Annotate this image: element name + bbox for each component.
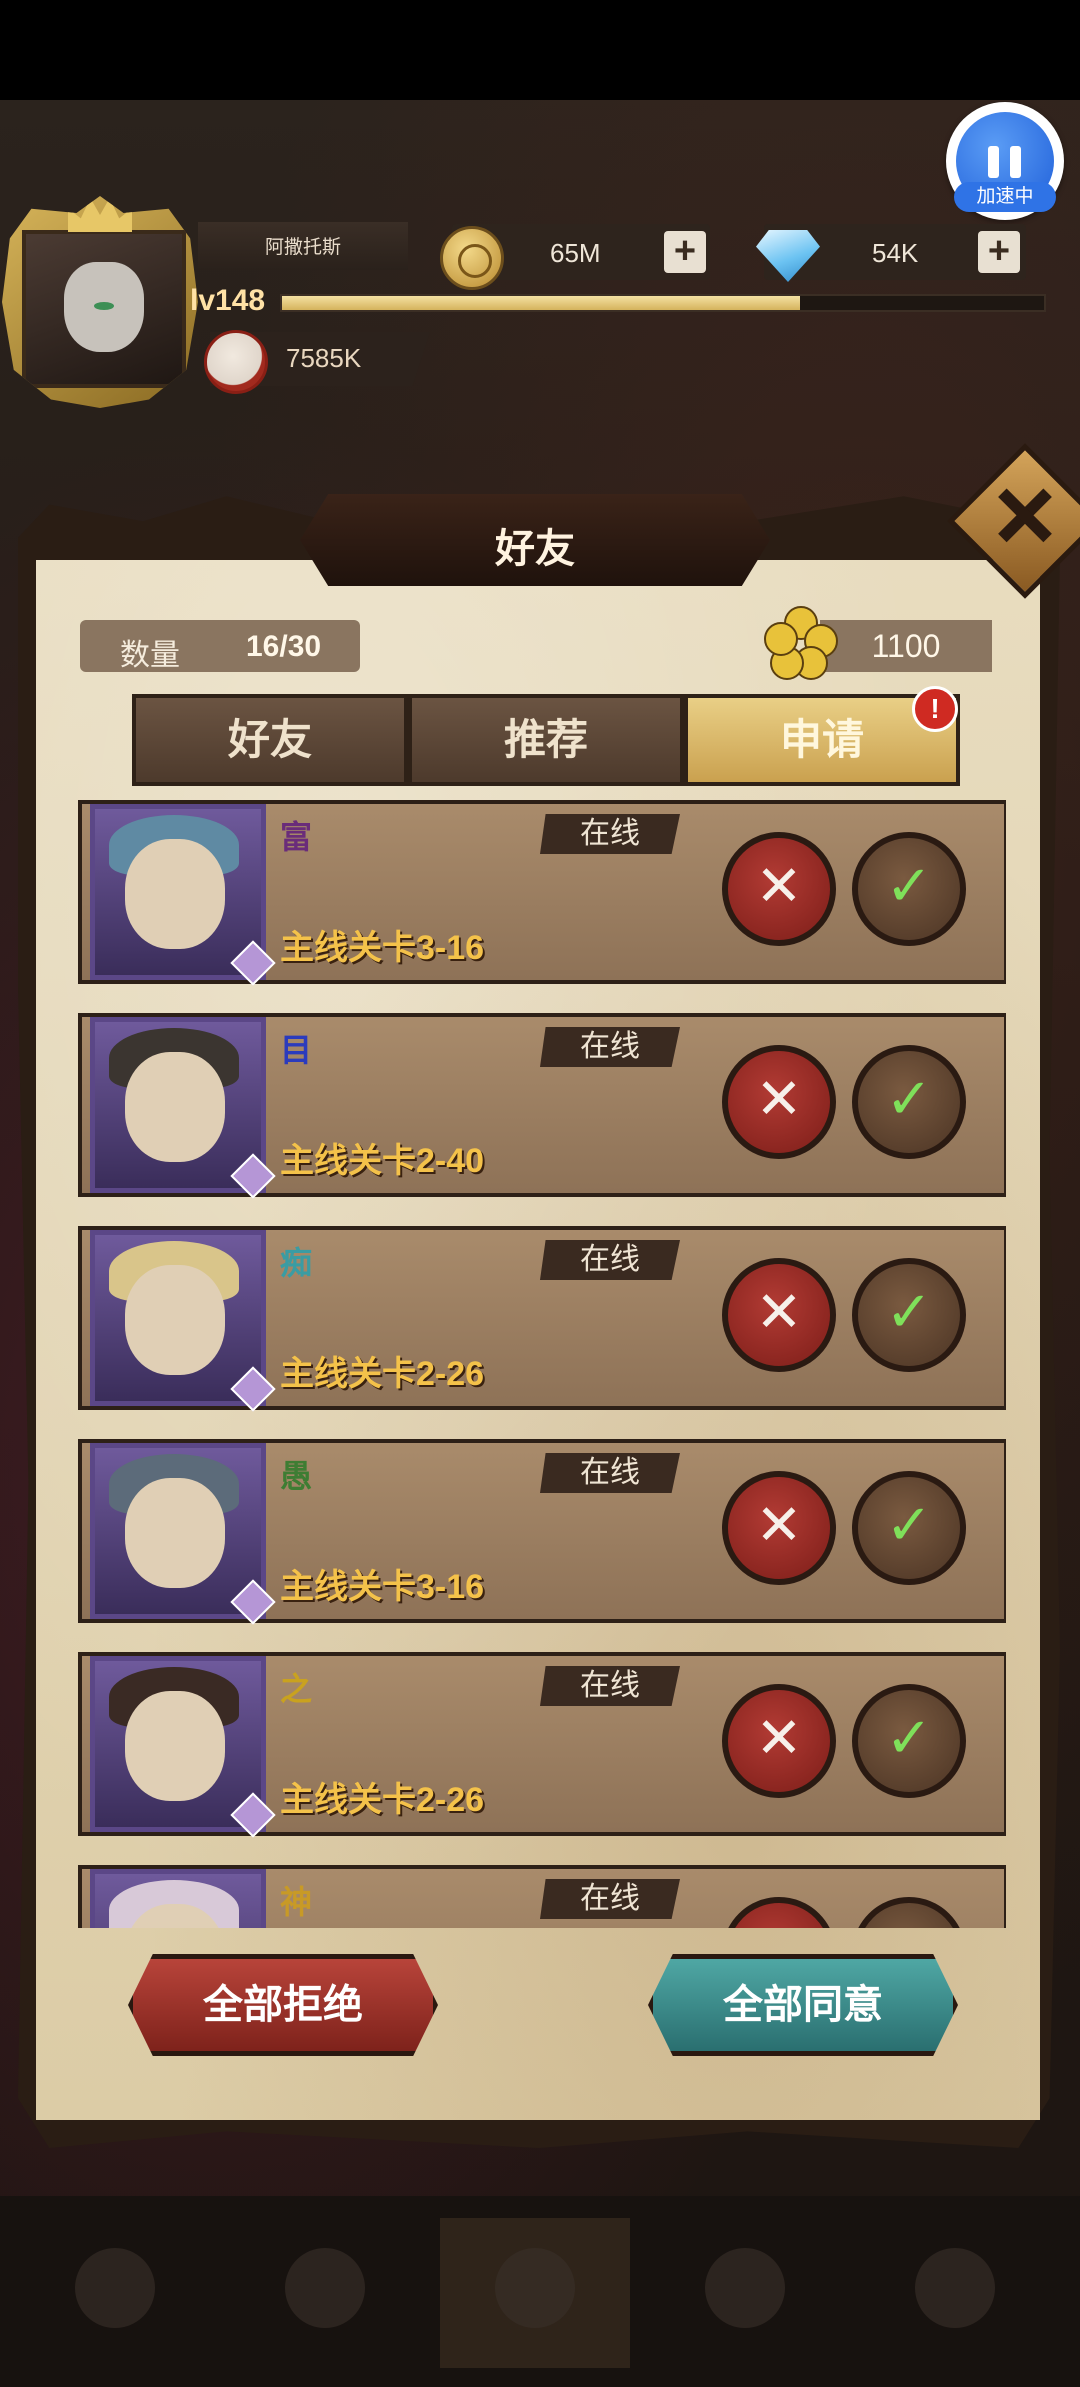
player-name-bar: 阿撒托斯 — [198, 222, 408, 270]
online-status: 在线 — [540, 1027, 680, 1067]
check-icon: ✓ — [885, 1067, 933, 1130]
online-status: 在线 — [540, 1453, 680, 1493]
request-list[interactable]: 富在线 主线关卡3-16 ✕ ✓ 目在线 主线关卡2-40 ✕ ✓ 痴在线 主线关卡2-26 ✕ ✓ 愚… — [78, 800, 1006, 1928]
stage-progress: 主线关卡2-40 — [280, 1142, 485, 1180]
accept-button[interactable]: ✓ — [852, 1471, 966, 1585]
stage-progress: 主线关卡2-26 — [280, 1781, 485, 1819]
friend-avatar[interactable] — [90, 804, 276, 986]
add-diamonds-button[interactable]: + — [978, 231, 1020, 273]
coin-value: 65M — [550, 238, 601, 268]
reject-button[interactable]: ✕ — [722, 1471, 836, 1585]
player-level: lv148 — [190, 284, 266, 317]
reject-all-button[interactable]: 全部拒绝 — [128, 1954, 438, 2056]
friend-avatar[interactable] — [90, 1443, 276, 1625]
tab-recommend[interactable]: 推荐 — [408, 694, 684, 786]
xp-bar — [280, 294, 1046, 312]
speed-pause-button[interactable]: 加速中 — [946, 102, 1064, 220]
coin-icon — [440, 226, 504, 290]
friend-avatar[interactable] — [90, 1017, 276, 1199]
speed-label: 加速中 — [954, 182, 1056, 212]
friend-name: 富 — [280, 819, 313, 855]
online-status: 在线 — [540, 1240, 680, 1280]
accept-button[interactable]: ✓ — [852, 1258, 966, 1372]
rank-diamond-icon — [230, 1579, 276, 1625]
rank-diamond-icon — [230, 940, 276, 986]
request-row: 目 在线主线关卡2-40 ✕ ✓ — [78, 1013, 1006, 1199]
request-row: 神 在线 ✕ ✓ — [78, 1865, 1006, 1928]
count-value: 16/30 — [246, 630, 322, 663]
reject-button[interactable]: ✕ — [722, 1897, 836, 1928]
friend-avatar[interactable] — [90, 1230, 276, 1412]
check-icon: ✓ — [885, 1493, 933, 1556]
check-icon: ✓ — [886, 1919, 933, 1928]
reject-icon: ✕ — [755, 1280, 803, 1343]
nav-slot-5[interactable] — [860, 2218, 1050, 2368]
accept-button[interactable]: ✓ — [852, 1897, 966, 1928]
stage-progress: 主线关卡3-16 — [280, 1568, 485, 1606]
reject-button[interactable]: ✕ — [722, 1258, 836, 1372]
diamond-value: 54K — [872, 238, 919, 268]
power-value: 7585K — [286, 343, 362, 373]
nav-slot-3[interactable] — [440, 2218, 630, 2368]
friend-name: 愚 — [280, 1458, 313, 1494]
friend-count-box: 数量 16/30 — [80, 620, 360, 672]
pause-icon — [988, 146, 999, 178]
reject-icon: ✕ — [755, 1067, 803, 1130]
nav-slot-1[interactable] — [20, 2218, 210, 2368]
requests-alert-badge: ! — [912, 686, 958, 732]
reject-icon: ✕ — [755, 1706, 803, 1769]
reject-icon: ✕ — [755, 1493, 803, 1556]
flower-value: 1100 — [871, 628, 941, 664]
player-name: 阿撒托斯 — [264, 237, 341, 258]
status-bar — [0, 0, 1080, 100]
request-row: 愚 在线主线关卡3-16 ✕ ✓ — [78, 1439, 1006, 1625]
nav-slot-2[interactable] — [230, 2218, 420, 2368]
online-status: 在线 — [540, 1879, 680, 1919]
add-coins-button[interactable]: + — [664, 231, 706, 273]
fist-icon — [204, 330, 268, 394]
friend-avatar[interactable] — [90, 1869, 266, 1928]
request-row: 富 在线主线关卡3-16 ✕ ✓ — [78, 800, 1006, 986]
reject-button[interactable]: ✕ — [722, 832, 836, 946]
panel-title: 好友 — [495, 527, 575, 571]
online-status: 在线 — [540, 1666, 680, 1706]
friend-name: 痴 — [280, 1245, 313, 1281]
bottom-navigation — [0, 2196, 1080, 2387]
request-row: 痴 在线主线关卡2-26 ✕ ✓ — [78, 1226, 1006, 1412]
check-icon: ✓ — [885, 1706, 933, 1769]
nav-icon — [285, 2248, 365, 2328]
request-row: 之 在线主线关卡2-26 ✕ ✓ — [78, 1652, 1006, 1838]
nav-icon — [75, 2248, 155, 2328]
nav-icon — [495, 2248, 575, 2328]
accept-button[interactable]: ✓ — [852, 832, 966, 946]
reject-button[interactable]: ✕ — [722, 1684, 836, 1798]
reject-button[interactable]: ✕ — [722, 1045, 836, 1159]
accept-all-button[interactable]: 全部同意 — [648, 1954, 958, 2056]
accept-button[interactable]: ✓ — [852, 1684, 966, 1798]
player-avatar[interactable] — [2, 196, 198, 408]
rank-diamond-icon — [230, 1153, 276, 1199]
reject-icon: ✕ — [756, 1919, 803, 1928]
nav-slot-4[interactable] — [650, 2218, 840, 2368]
nav-icon — [705, 2248, 785, 2328]
count-label: 数量 — [120, 639, 180, 672]
rank-diamond-icon — [230, 1792, 276, 1838]
nav-icon — [915, 2248, 995, 2328]
rank-diamond-icon — [230, 1366, 276, 1412]
accept-button[interactable]: ✓ — [852, 1045, 966, 1159]
check-icon: ✓ — [885, 854, 933, 917]
friend-name: 目 — [280, 1032, 313, 1068]
check-icon: ✓ — [885, 1280, 933, 1343]
friend-name: 神 — [280, 1884, 313, 1920]
reject-icon: ✕ — [755, 854, 803, 917]
friend-name: 之 — [280, 1671, 313, 1707]
friend-avatar[interactable] — [90, 1656, 276, 1838]
stage-progress: 主线关卡3-16 — [280, 929, 485, 967]
online-status: 在线 — [540, 814, 680, 854]
xp-fill — [282, 296, 801, 310]
stage-progress: 主线关卡2-26 — [280, 1355, 485, 1393]
tab-friends[interactable]: 好友 — [132, 694, 408, 786]
